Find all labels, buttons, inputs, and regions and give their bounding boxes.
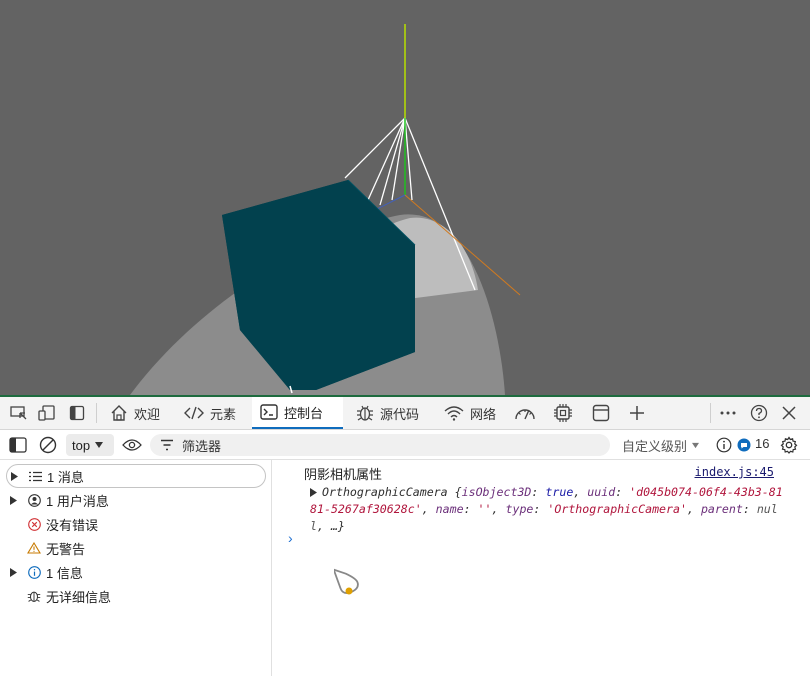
sidebar-item-info[interactable]: 1 信息 <box>6 560 266 584</box>
more-options-icon[interactable] <box>717 402 739 424</box>
sidebar-toggle-icon[interactable] <box>8 435 28 455</box>
sidebar-item-label: 1 用户消息 <box>46 493 109 509</box>
caret-down-icon <box>95 442 104 448</box>
device-emulation-icon[interactable] <box>36 402 58 424</box>
live-expression-eye-icon[interactable] <box>122 435 142 455</box>
prop-value: true <box>545 485 574 499</box>
wifi-icon <box>444 406 464 421</box>
expand-triangle-icon[interactable] <box>7 471 21 481</box>
sidebar-item-label: 1 信息 <box>46 565 83 581</box>
filter-placeholder: 筛选器 <box>182 438 222 454</box>
log-source-link[interactable]: index.js:45 <box>695 465 774 479</box>
info-icon <box>24 565 44 579</box>
issues-badge-icon[interactable] <box>734 435 754 455</box>
sidebar-item-messages[interactable]: 1 消息 <box>6 464 266 488</box>
tab-label: 网络 <box>470 406 497 422</box>
context-value: top <box>72 437 91 453</box>
devtools-tab-bar: 欢迎 元素 控制台 源代码 网络 <box>0 397 810 430</box>
log-message: 阴影相机属性 <box>304 467 383 482</box>
console-prompt[interactable]: › <box>288 530 293 546</box>
tab-separator <box>710 403 711 423</box>
sidebar-item-warnings[interactable]: 无警告 <box>6 536 266 560</box>
object-class-name: OrthographicCamera <box>322 485 448 499</box>
prop-key: type <box>505 502 534 516</box>
prop-value: '' <box>477 502 492 516</box>
devtools-panel: 欢迎 元素 控制台 源代码 网络 top 筛选器 自定义级别 16 1 消息 1… <box>0 395 810 676</box>
application-icon[interactable] <box>590 402 612 424</box>
prop-key: isObject3D <box>461 485 532 499</box>
caret-down-icon <box>692 442 700 449</box>
error-icon <box>24 517 44 531</box>
object-preview[interactable]: OrthographicCamera {isObject3D: true, uu… <box>310 484 785 535</box>
tab-console[interactable]: 控制台 <box>252 397 343 429</box>
filter-icon <box>161 439 173 451</box>
tab-elements[interactable]: 元素 <box>176 397 244 429</box>
settings-gear-icon[interactable] <box>779 435 799 455</box>
expand-triangle-icon[interactable] <box>6 495 20 505</box>
sidebar-item-label: 无详细信息 <box>46 589 112 605</box>
info-icon[interactable] <box>714 435 734 455</box>
tab-label: 欢迎 <box>134 406 161 422</box>
code-icon <box>184 406 204 420</box>
sidebar-item-user-messages[interactable]: 1 用户消息 <box>6 488 266 512</box>
dock-side-icon[interactable] <box>66 402 88 424</box>
levels-label: 自定义级别 <box>622 439 688 454</box>
tab-separator <box>96 403 97 423</box>
sidebar-item-errors[interactable]: 没有错误 <box>6 512 266 536</box>
warning-icon <box>24 542 44 554</box>
expand-triangle-icon[interactable] <box>6 567 20 577</box>
mouse-cursor-icon <box>334 568 359 595</box>
console-icon <box>260 404 278 420</box>
3d-viewport[interactable] <box>0 0 810 395</box>
sidebar-item-label: 没有错误 <box>46 517 99 533</box>
z-axis-line <box>374 194 406 211</box>
bug-icon <box>357 405 373 421</box>
help-icon[interactable] <box>748 402 770 424</box>
home-icon <box>111 405 127 421</box>
user-icon <box>24 493 44 507</box>
prop-value: 'OrthographicCamera' <box>547 502 687 516</box>
close-icon[interactable] <box>778 402 800 424</box>
sidebar-item-verbose[interactable]: 无详细信息 <box>6 584 266 608</box>
prop-key: name <box>435 502 464 516</box>
clear-console-icon[interactable] <box>38 435 58 455</box>
sidebar-item-label: 无警告 <box>46 541 86 557</box>
issues-count[interactable]: 16 <box>755 436 769 451</box>
console-output[interactable]: 阴影相机属性 index.js:45 OrthographicCamera {i… <box>272 460 810 676</box>
inspect-element-icon[interactable] <box>8 402 30 424</box>
prop-key: uuid <box>587 485 616 499</box>
tab-label: 元素 <box>210 406 237 422</box>
console-sidebar: 1 消息 1 用户消息 没有错误 无警告 1 信息 无详细信息 <box>0 460 272 676</box>
filter-input[interactable]: 筛选器 <box>150 434 610 456</box>
list-icon <box>25 471 45 482</box>
memory-icon[interactable] <box>552 402 574 424</box>
prop-key: parent <box>700 502 743 516</box>
tab-sources[interactable]: 源代码 <box>348 397 427 429</box>
bug-icon <box>24 589 44 603</box>
sidebar-item-label: 1 消息 <box>47 469 84 485</box>
three-scene <box>130 24 521 395</box>
add-tab-icon[interactable] <box>626 402 648 424</box>
tab-label: 源代码 <box>380 406 420 422</box>
performance-icon[interactable] <box>514 402 536 424</box>
tab-label: 控制台 <box>284 405 324 421</box>
tab-welcome[interactable]: 欢迎 <box>102 397 168 429</box>
context-selector[interactable]: top <box>66 434 114 456</box>
tab-network[interactable]: 网络 <box>436 397 504 429</box>
log-levels-dropdown[interactable]: 自定义级别 <box>622 436 700 455</box>
console-toolbar: top 筛选器 自定义级别 16 <box>0 430 810 460</box>
